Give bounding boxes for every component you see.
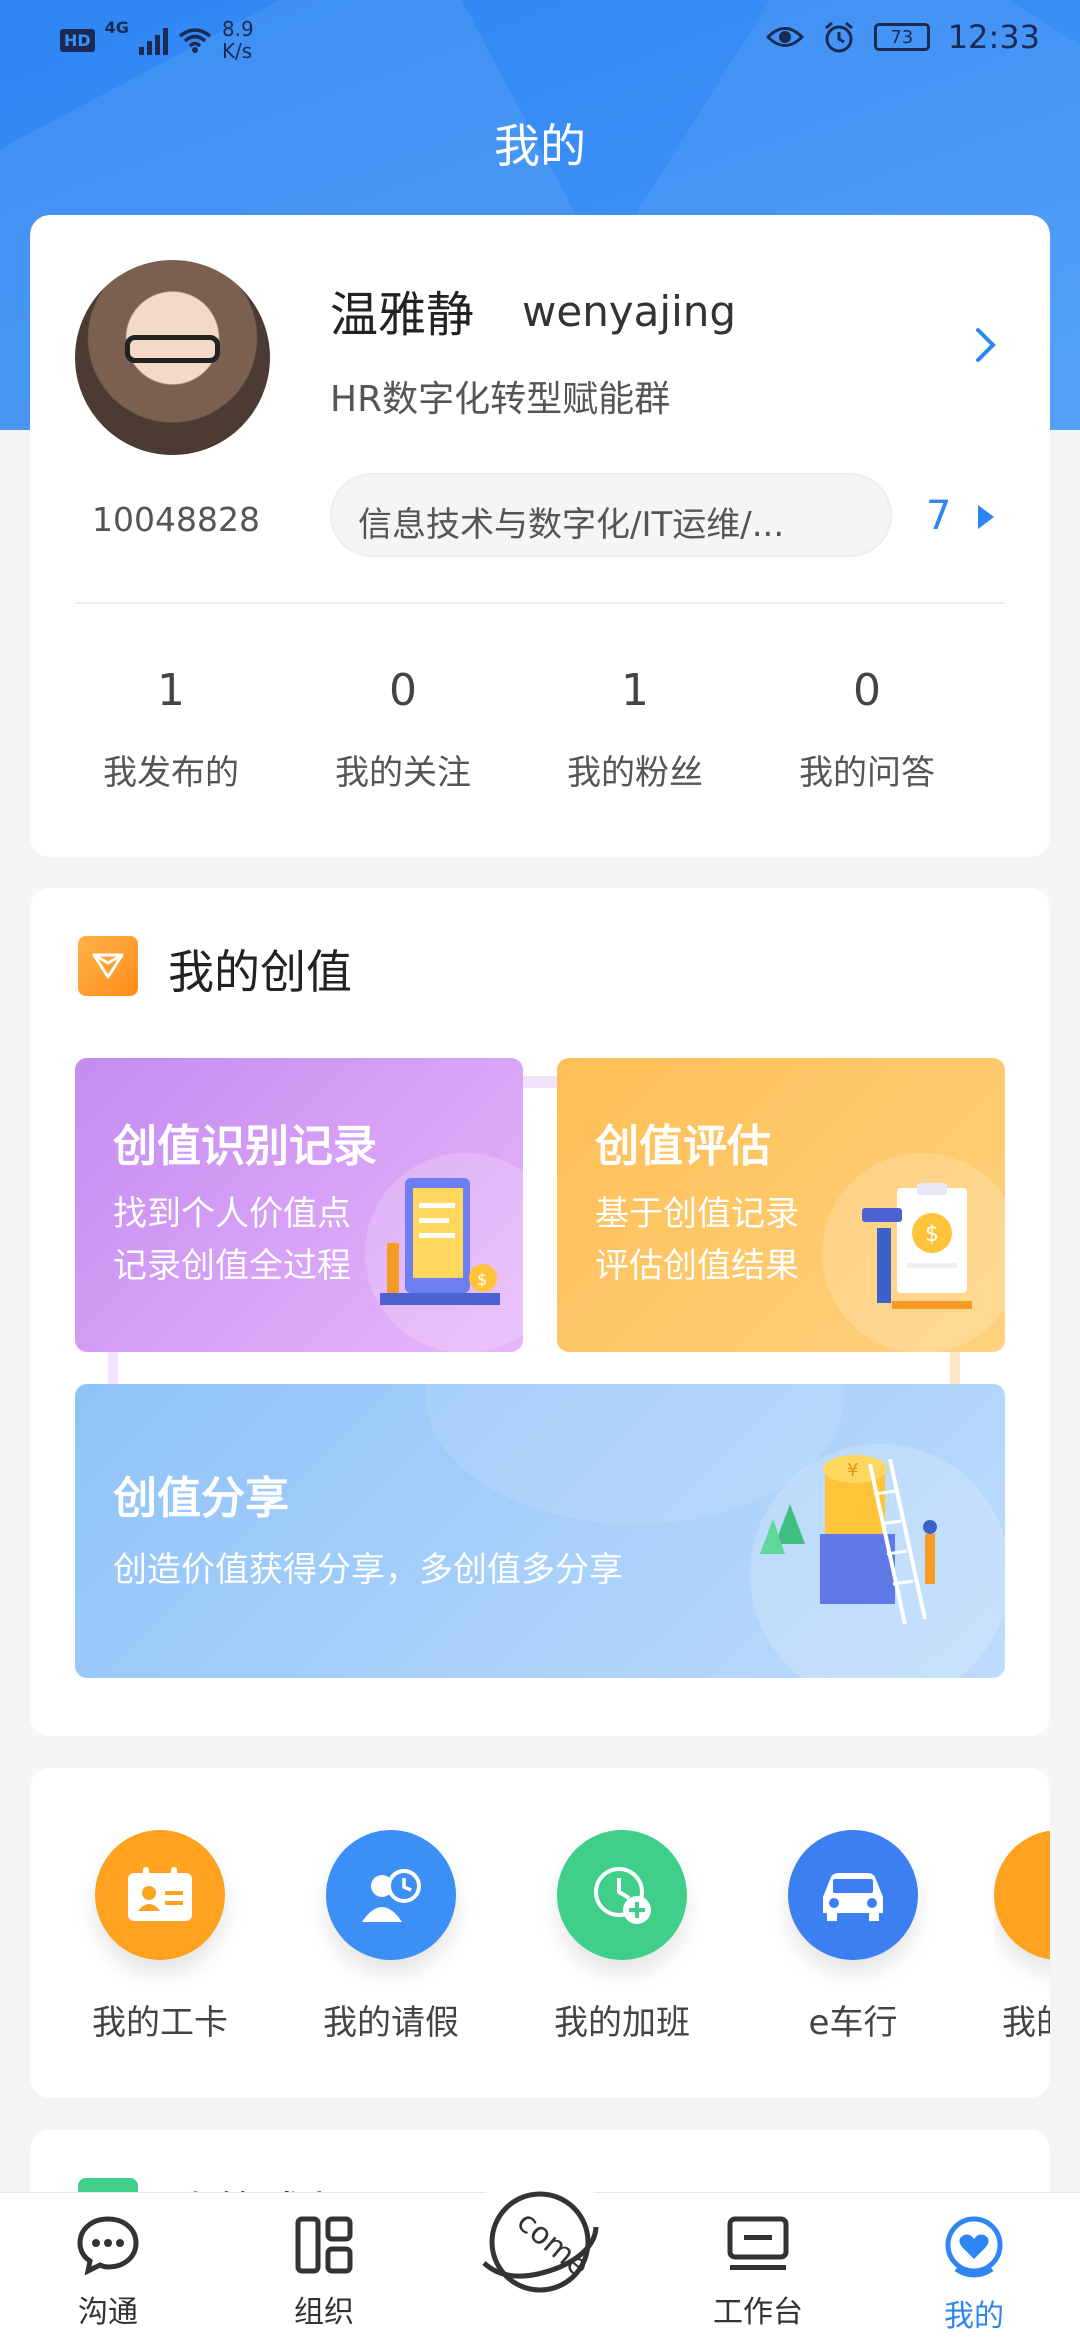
quick-tools-card: 我的工卡 我的请假 我的加班 e车行 我 bbox=[30, 1768, 1050, 2098]
stat-posts[interactable]: 1 我发布的 bbox=[55, 665, 287, 794]
eye-icon bbox=[765, 27, 804, 47]
org-icon bbox=[295, 2216, 353, 2274]
tool-work-badge[interactable]: 我的工卡 bbox=[70, 1830, 250, 2044]
triangle-right-icon[interactable] bbox=[978, 505, 994, 529]
stat-fans[interactable]: 1 我的粉丝 bbox=[519, 665, 751, 794]
diamond-icon bbox=[78, 936, 138, 996]
tool-e-car[interactable]: e车行 bbox=[763, 1830, 943, 2044]
come-logo-icon: come bbox=[482, 2191, 599, 2293]
tab-me[interactable]: 我的 bbox=[914, 2215, 1034, 2335]
tile-value-evaluation[interactable]: 创值评估 基于创值记录 评估创值结果 $ bbox=[557, 1058, 1005, 1352]
svg-text:$: $ bbox=[477, 1270, 487, 1289]
chat-icon bbox=[77, 2216, 139, 2276]
leave-clock-icon bbox=[326, 1830, 456, 1960]
tile-value-sharing[interactable]: 创值分享 创造价值获得分享，多创值多分享 ¥ bbox=[75, 1384, 1005, 1678]
department-count[interactable]: 7 bbox=[926, 493, 951, 539]
wifi-icon bbox=[178, 28, 212, 53]
clock: 12:33 bbox=[947, 18, 1040, 56]
clipboard-coin-illustration: $ bbox=[862, 1183, 972, 1309]
tab-come[interactable]: come bbox=[470, 2167, 610, 2307]
partial-icon bbox=[994, 1830, 1050, 1960]
signal-icon bbox=[138, 25, 168, 55]
user-name: 温雅静 bbox=[330, 287, 475, 343]
stats-row: 1 我发布的 0 我的关注 1 我的粉丝 0 我的问答 bbox=[30, 665, 1050, 794]
avatar[interactable] bbox=[75, 260, 270, 455]
tool-overtime[interactable]: 我的加班 bbox=[532, 1830, 712, 2044]
network-speed: 8.9 K/s bbox=[221, 17, 254, 63]
svg-text:$: $ bbox=[925, 1222, 939, 1247]
network-type: 4G bbox=[104, 18, 129, 37]
car-icon bbox=[788, 1830, 918, 1960]
coin-ladder-illustration: ¥ bbox=[760, 1455, 937, 1625]
profile-heart-icon bbox=[945, 2216, 1003, 2278]
avatar-glasses bbox=[125, 335, 220, 363]
battery-icon: 73 bbox=[873, 23, 930, 51]
chevron-right-icon[interactable] bbox=[970, 325, 1000, 365]
department-pill[interactable]: 信息技术与数字化/IT运维/... bbox=[330, 473, 892, 557]
user-group: HR数字化转型赋能群 bbox=[330, 379, 671, 420]
employee-id: 10048828 bbox=[92, 500, 260, 539]
stat-following[interactable]: 0 我的关注 bbox=[287, 665, 519, 794]
alarm-icon bbox=[824, 21, 853, 53]
overtime-clock-icon bbox=[557, 1830, 687, 1960]
phone-document-illustration: $ bbox=[380, 1178, 500, 1305]
value-creation-card: 我的创值 创值识别记录 找到个人价值点 记录创值全过程 $ 创值评估 基于创值记录… bbox=[30, 888, 1050, 1736]
status-bar: HD 4G 8.9 K/s 73 12:33 bbox=[0, 0, 1080, 80]
tab-workbench[interactable]: 工作台 bbox=[698, 2215, 818, 2331]
tool-leave[interactable]: 我的请假 bbox=[301, 1830, 481, 2044]
id-card-icon bbox=[95, 1830, 225, 1960]
stat-qa[interactable]: 0 我的问答 bbox=[751, 665, 983, 794]
tile-value-record[interactable]: 创值识别记录 找到个人价值点 记录创值全过程 $ bbox=[75, 1058, 523, 1352]
tool-partial[interactable]: 我的 bbox=[994, 1830, 1050, 2044]
svg-text:¥: ¥ bbox=[847, 1460, 858, 1481]
page-title: 我的 bbox=[494, 119, 586, 173]
tab-organization[interactable]: 组织 bbox=[264, 2215, 384, 2331]
section-title: 我的创值 bbox=[168, 945, 352, 999]
profile-card[interactable]: 温雅静 wenyajing HR数字化转型赋能群 10048828 信息技术与数… bbox=[30, 215, 1050, 857]
hd-badge: HD bbox=[60, 28, 95, 52]
tab-chat[interactable]: 沟通 bbox=[48, 2215, 168, 2331]
user-account: wenyajing bbox=[522, 287, 737, 336]
divider bbox=[75, 602, 1005, 604]
bottom-tab-bar: 沟通 组织 come 工作台 我的 bbox=[0, 2167, 1080, 2340]
workbench-icon bbox=[727, 2216, 789, 2270]
